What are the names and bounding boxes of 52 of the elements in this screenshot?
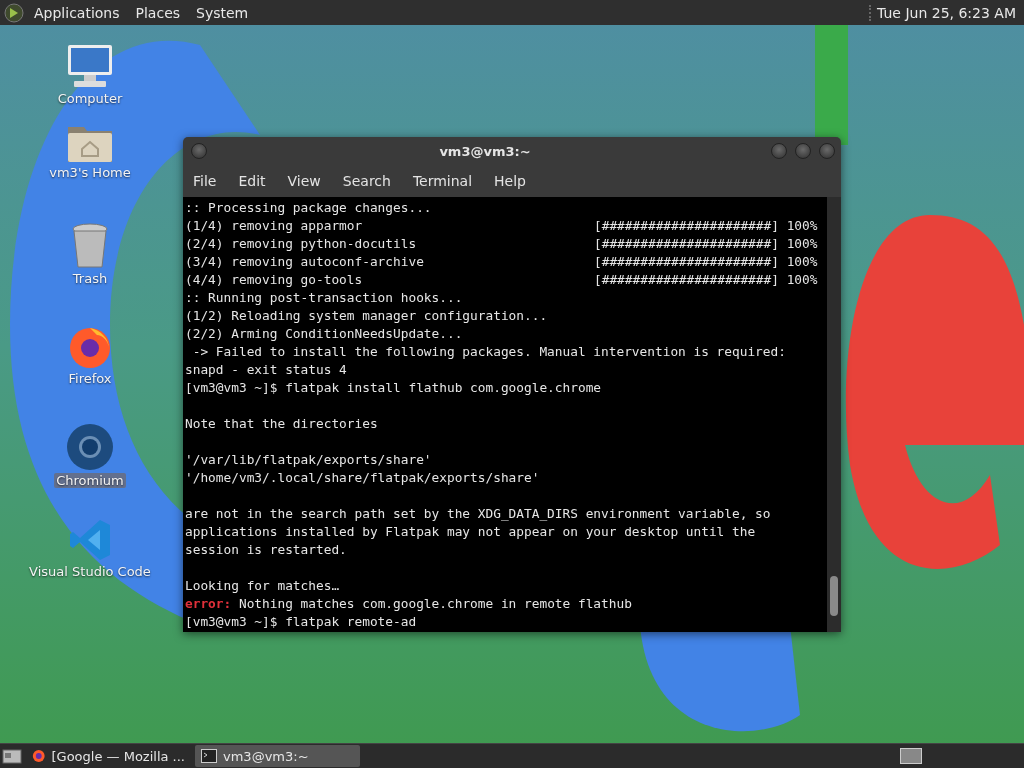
panel-menu[interactable]: System [190,4,255,21]
taskbar-button[interactable]: vm3@vm3:~ [195,745,360,767]
distro-logo-icon[interactable] [4,2,24,23]
progress-text: [######################] 100% [594,217,818,235]
progress-text: [######################] 100% [594,271,818,289]
menu-item[interactable]: Search [336,173,401,189]
menu-item[interactable]: Edit [232,173,276,189]
terminal-line: (1/2) Reloading system manager configuration... [185,307,549,325]
maximize-button[interactable] [795,143,811,159]
terminal-line: session is restarted. [185,541,348,559]
vscode-icon [68,518,112,562]
terminal-line: are not in the search path set by the XDG_DATA_DIRS environment variable, so [185,505,772,523]
menu-item[interactable]: Help [488,173,536,189]
progress-text: [######################] 100% [594,253,818,271]
panel-menu[interactable]: Places [129,4,187,21]
terminal-line: '/home/vm3/.local/share/flatpak/exports/share' [185,469,541,487]
window-title: vm3@vm3:~ [438,143,532,159]
clock[interactable]: Tue Jun 25, 6:23 AM [869,4,1020,21]
menu-item[interactable]: Terminal [406,173,483,189]
terminal-line: [vm3@vm3 ~]$ flatpak remote-ad [185,613,418,631]
terminal-line: Note that the directories [185,415,379,433]
terminal-line: Looking for matches… [185,577,341,595]
terminal-icon [201,749,217,763]
window-menu-button[interactable] [191,143,207,159]
terminal-line: :: Processing package changes... [185,199,433,217]
terminal-line: (3/4) removing autoconf-archive [185,253,425,271]
close-button[interactable] [819,143,835,159]
terminal-line: [vm3@vm3 ~]$ flatpak install flathub com.google.chrome [185,379,603,397]
terminal-line: applications installed by Flatpak may not appear on your desktop until the [185,523,757,541]
taskbar-button[interactable]: [Google — Mozilla ... [26,745,191,767]
terminal-line: (2/4) removing python-docutils [185,235,418,253]
terminal-line: (4/4) removing go-tools [185,271,364,289]
terminal-line: error: Nothing matches com.google.chrome in remote flathub [185,595,633,613]
firefox-icon [32,748,46,764]
panel-menu[interactable]: Applications [28,4,126,21]
monitor-icon [66,43,114,89]
desktop-icon-label[interactable]: Chromium [54,473,126,488]
chromium-icon [66,423,114,471]
scrollbar[interactable] [827,197,841,632]
terminal-line: -> Failed to install the following packages. Manual intervention is required: [191,343,787,361]
menu-item[interactable]: View [281,173,331,189]
workspace-switcher[interactable] [900,748,922,764]
terminal-line: snapd - exit status 4 [185,361,348,379]
terminal-line: (1/4) removing apparmor [185,217,364,235]
progress-text: [######################] 100% [594,235,818,253]
trash-icon [71,223,109,269]
terminal-line: :: Running post-transaction hooks... [185,289,464,307]
terminal-line: '/var/lib/flatpak/exports/share' [185,451,433,469]
terminal-line: (2/2) Arming ConditionNeedsUpdate... [185,325,464,343]
show-desktop-icon[interactable] [2,748,22,764]
minimize-button[interactable] [771,143,787,159]
menu-item[interactable]: File [187,173,227,189]
